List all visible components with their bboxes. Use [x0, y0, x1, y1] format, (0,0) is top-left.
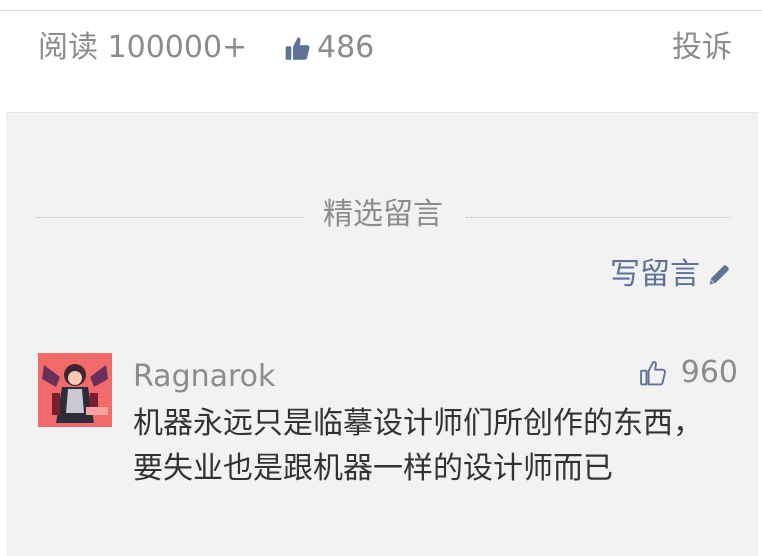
featured-comments-header: 精选留言 [36, 193, 730, 233]
article-stats-bar: 阅读 100000+ 486 投诉 [0, 12, 762, 112]
comments-section: 精选留言 写留言 Ragnarok 960 机器永远只是临摹设计师们所创作的东西… [6, 112, 758, 556]
comment-body: 机器永远只是临摹设计师们所创作的东西，要失业也是跟机器一样的设计师而已 [133, 406, 703, 486]
write-comment-label: 写留言 [610, 257, 700, 292]
thumbs-up-solid-icon [285, 36, 310, 60]
article-footer: 阅读 100000+ 486 投诉 精选留言 写留言 Ragnarok 960 … [0, 0, 762, 556]
header-divider-left [36, 217, 304, 218]
featured-comments-title: 精选留言 [323, 197, 443, 232]
comment-like-button[interactable]: 960 [639, 353, 738, 393]
pencil-icon [709, 265, 729, 285]
avatar-illustration-icon [38, 353, 112, 427]
commenter-name[interactable]: Ragnarok [133, 357, 275, 397]
comment-like-count: 960 [680, 355, 738, 390]
top-divider [0, 10, 762, 11]
thumbs-up-outline-icon [639, 361, 666, 386]
article-like-count: 486 [317, 30, 375, 65]
read-count: 阅读 100000+ [38, 30, 248, 65]
comment-item: Ragnarok 960 机器永远只是临摹设计师们所创作的东西，要失业也是跟机器… [38, 351, 738, 556]
commenter-avatar[interactable] [38, 353, 112, 427]
write-comment-button[interactable]: 写留言 [610, 255, 732, 295]
report-link[interactable]: 投诉 [672, 28, 732, 68]
article-like-button[interactable]: 486 [284, 28, 374, 68]
header-divider-right [466, 217, 730, 218]
